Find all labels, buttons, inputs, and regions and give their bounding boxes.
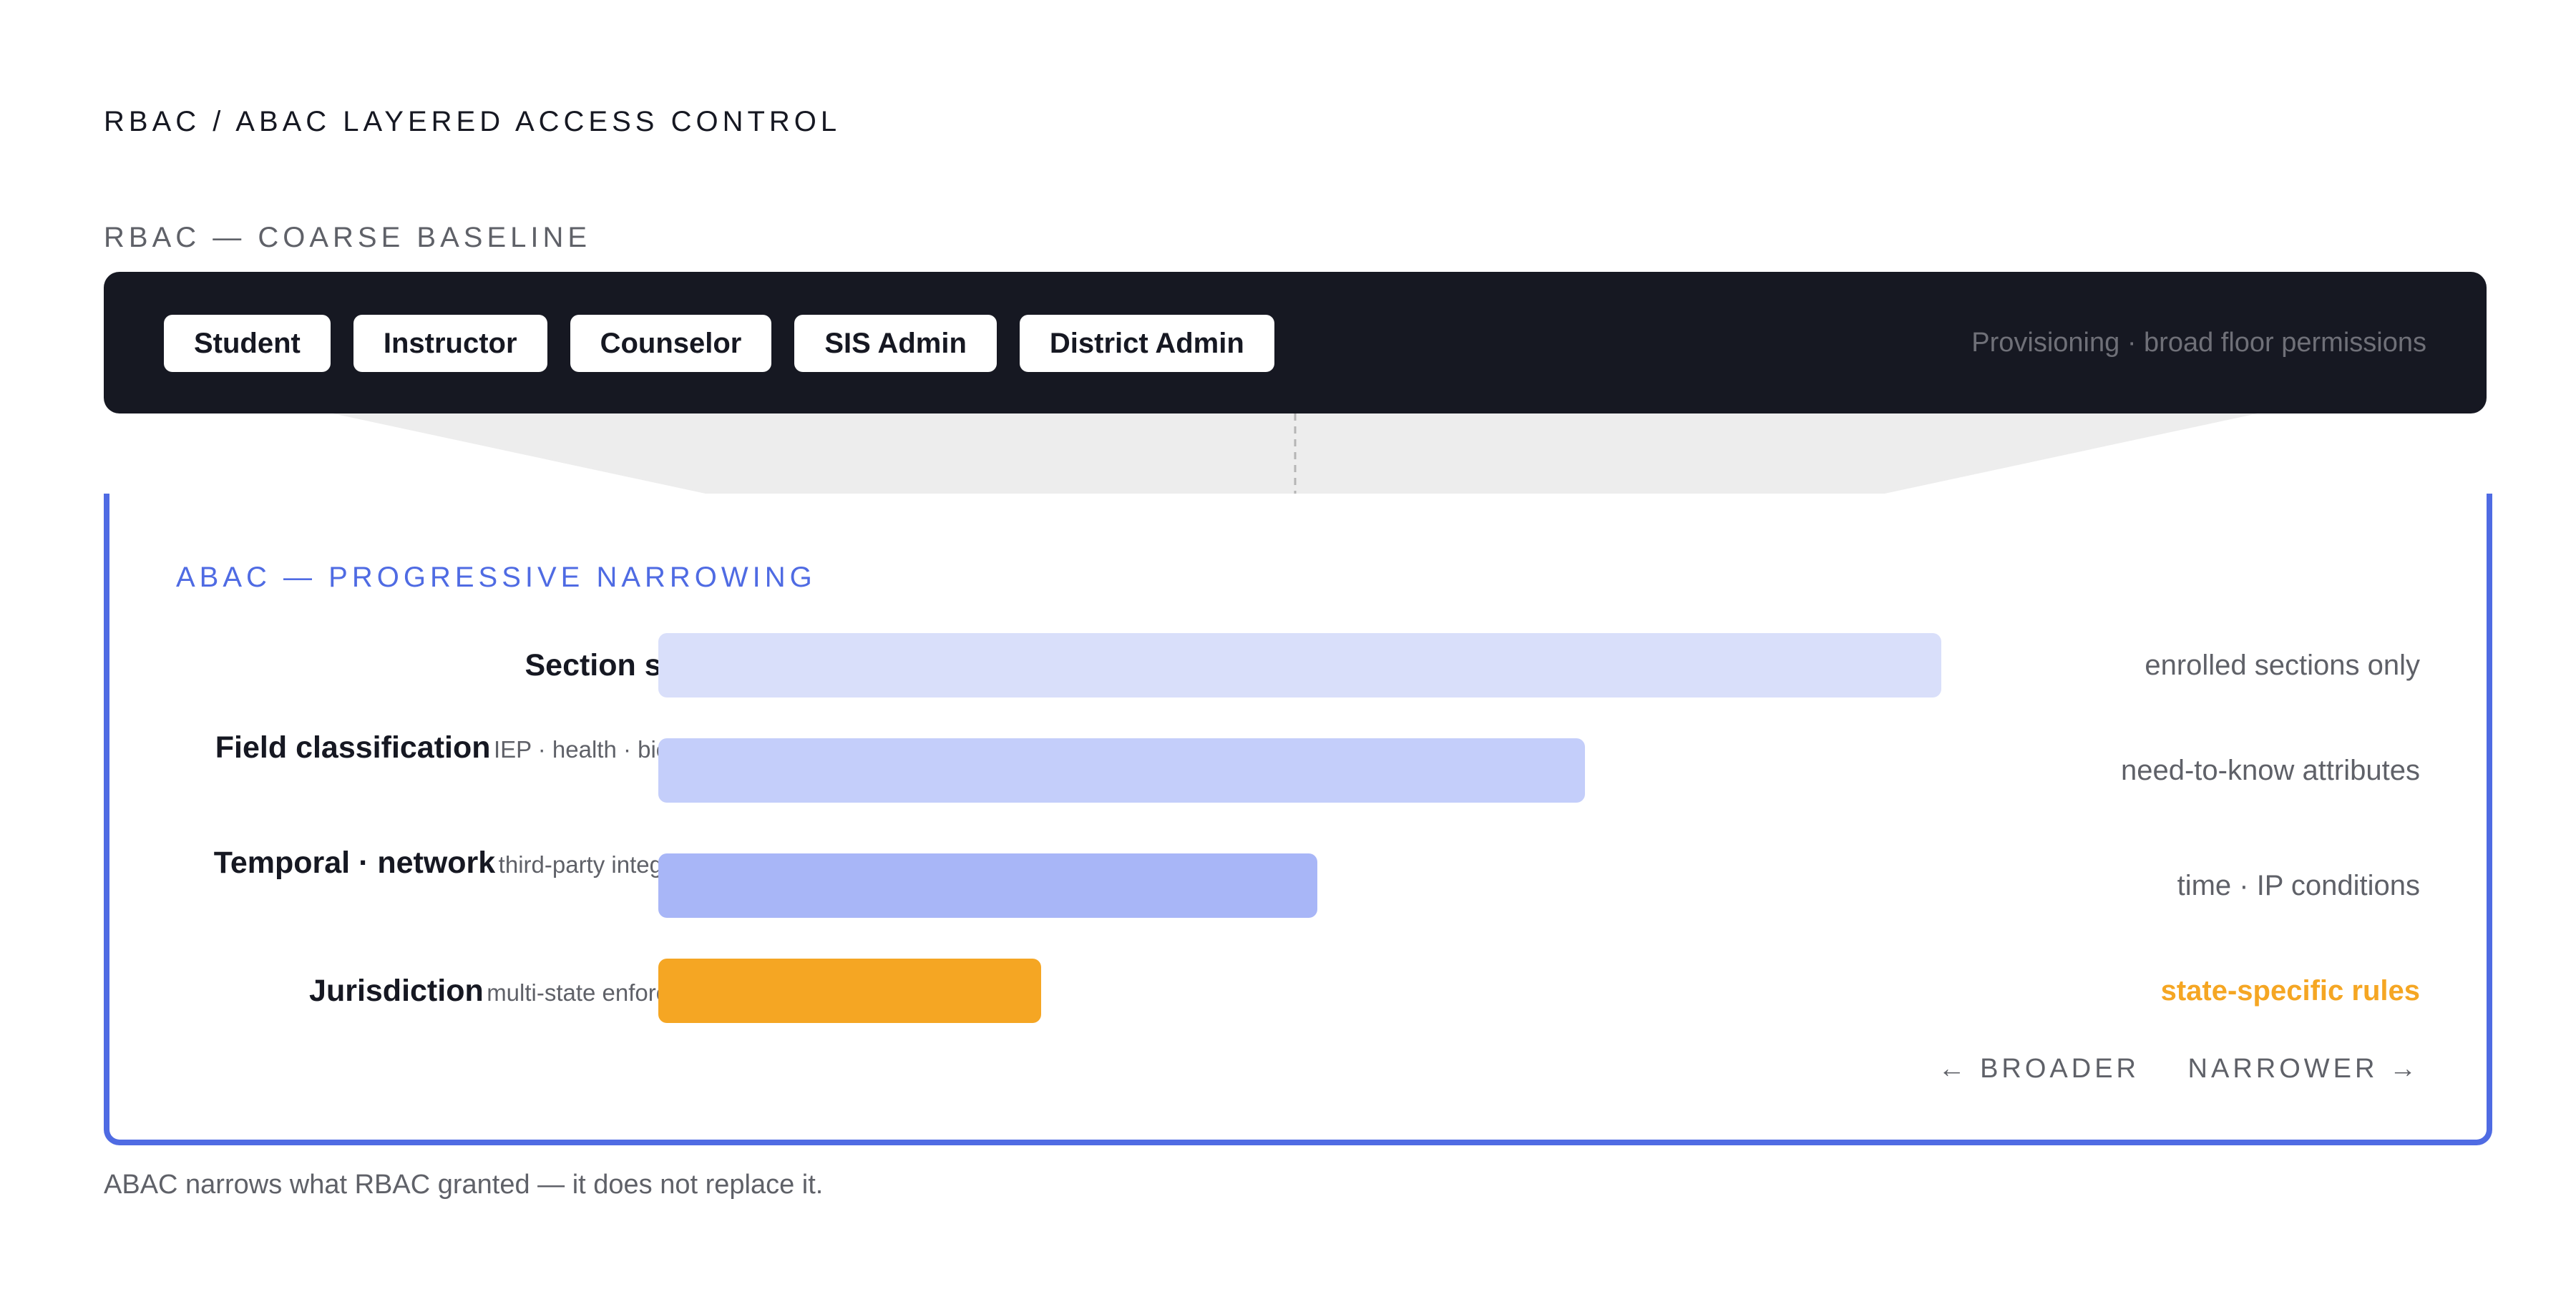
role-chip-district-admin: District Admin xyxy=(1019,315,1274,372)
layer-name: Temporal · network xyxy=(213,846,496,880)
layer-label: Jurisdiction multi-state enforcement xyxy=(190,969,733,1019)
layer-label: Temporal · network third-party integrati… xyxy=(190,841,733,891)
role-chip-instructor: Instructor xyxy=(353,315,547,372)
rbac-baseline-bar: Student Instructor Counselor SIS Admin D… xyxy=(104,272,2487,413)
abac-section-label: ABAC — PROGRESSIVE NARROWING xyxy=(176,562,816,593)
axis-narrower-label: NARROWER → xyxy=(2187,1054,2420,1084)
layer-scope-bar xyxy=(658,853,1317,918)
rbac-section-label: RBAC — COARSE BASELINE xyxy=(104,222,592,253)
layer-name: Jurisdiction xyxy=(309,974,484,1008)
diagram-page: RBAC / ABAC LAYERED ACCESS CONTROL RBAC … xyxy=(0,0,2576,1307)
layer-label: Field classification IEP · health · biom… xyxy=(190,726,733,776)
layer-note: state-specific rules xyxy=(2160,975,2420,1007)
layer-scope-bar xyxy=(658,738,1585,803)
role-chip-counselor: Counselor xyxy=(570,315,772,372)
abac-panel: ABAC — PROGRESSIVE NARROWING Section sco… xyxy=(104,494,2492,1145)
layer-label: Section scope xyxy=(190,644,733,694)
rbac-note: Provisioning · broad floor permissions xyxy=(1971,328,2426,358)
layer-scope-bar xyxy=(658,959,1041,1023)
page-title: RBAC / ABAC LAYERED ACCESS CONTROL xyxy=(104,106,841,137)
layer-note: enrolled sections only xyxy=(2145,650,2420,681)
role-chip-sis-admin: SIS Admin xyxy=(794,315,997,372)
layer-name: Field classification xyxy=(215,730,491,765)
layer-note: time · IP conditions xyxy=(2177,870,2420,901)
role-list: Student Instructor Counselor SIS Admin D… xyxy=(164,315,1274,372)
role-chip-student: Student xyxy=(164,315,331,372)
footer-note: ABAC narrows what RBAC granted — it does… xyxy=(104,1170,824,1200)
layer-scope-bar xyxy=(658,633,1941,697)
axis-broader-label: ← BROADER xyxy=(1938,1054,2140,1084)
layer-note: need-to-know attributes xyxy=(2120,755,2420,786)
funnel-connector xyxy=(333,413,2258,496)
